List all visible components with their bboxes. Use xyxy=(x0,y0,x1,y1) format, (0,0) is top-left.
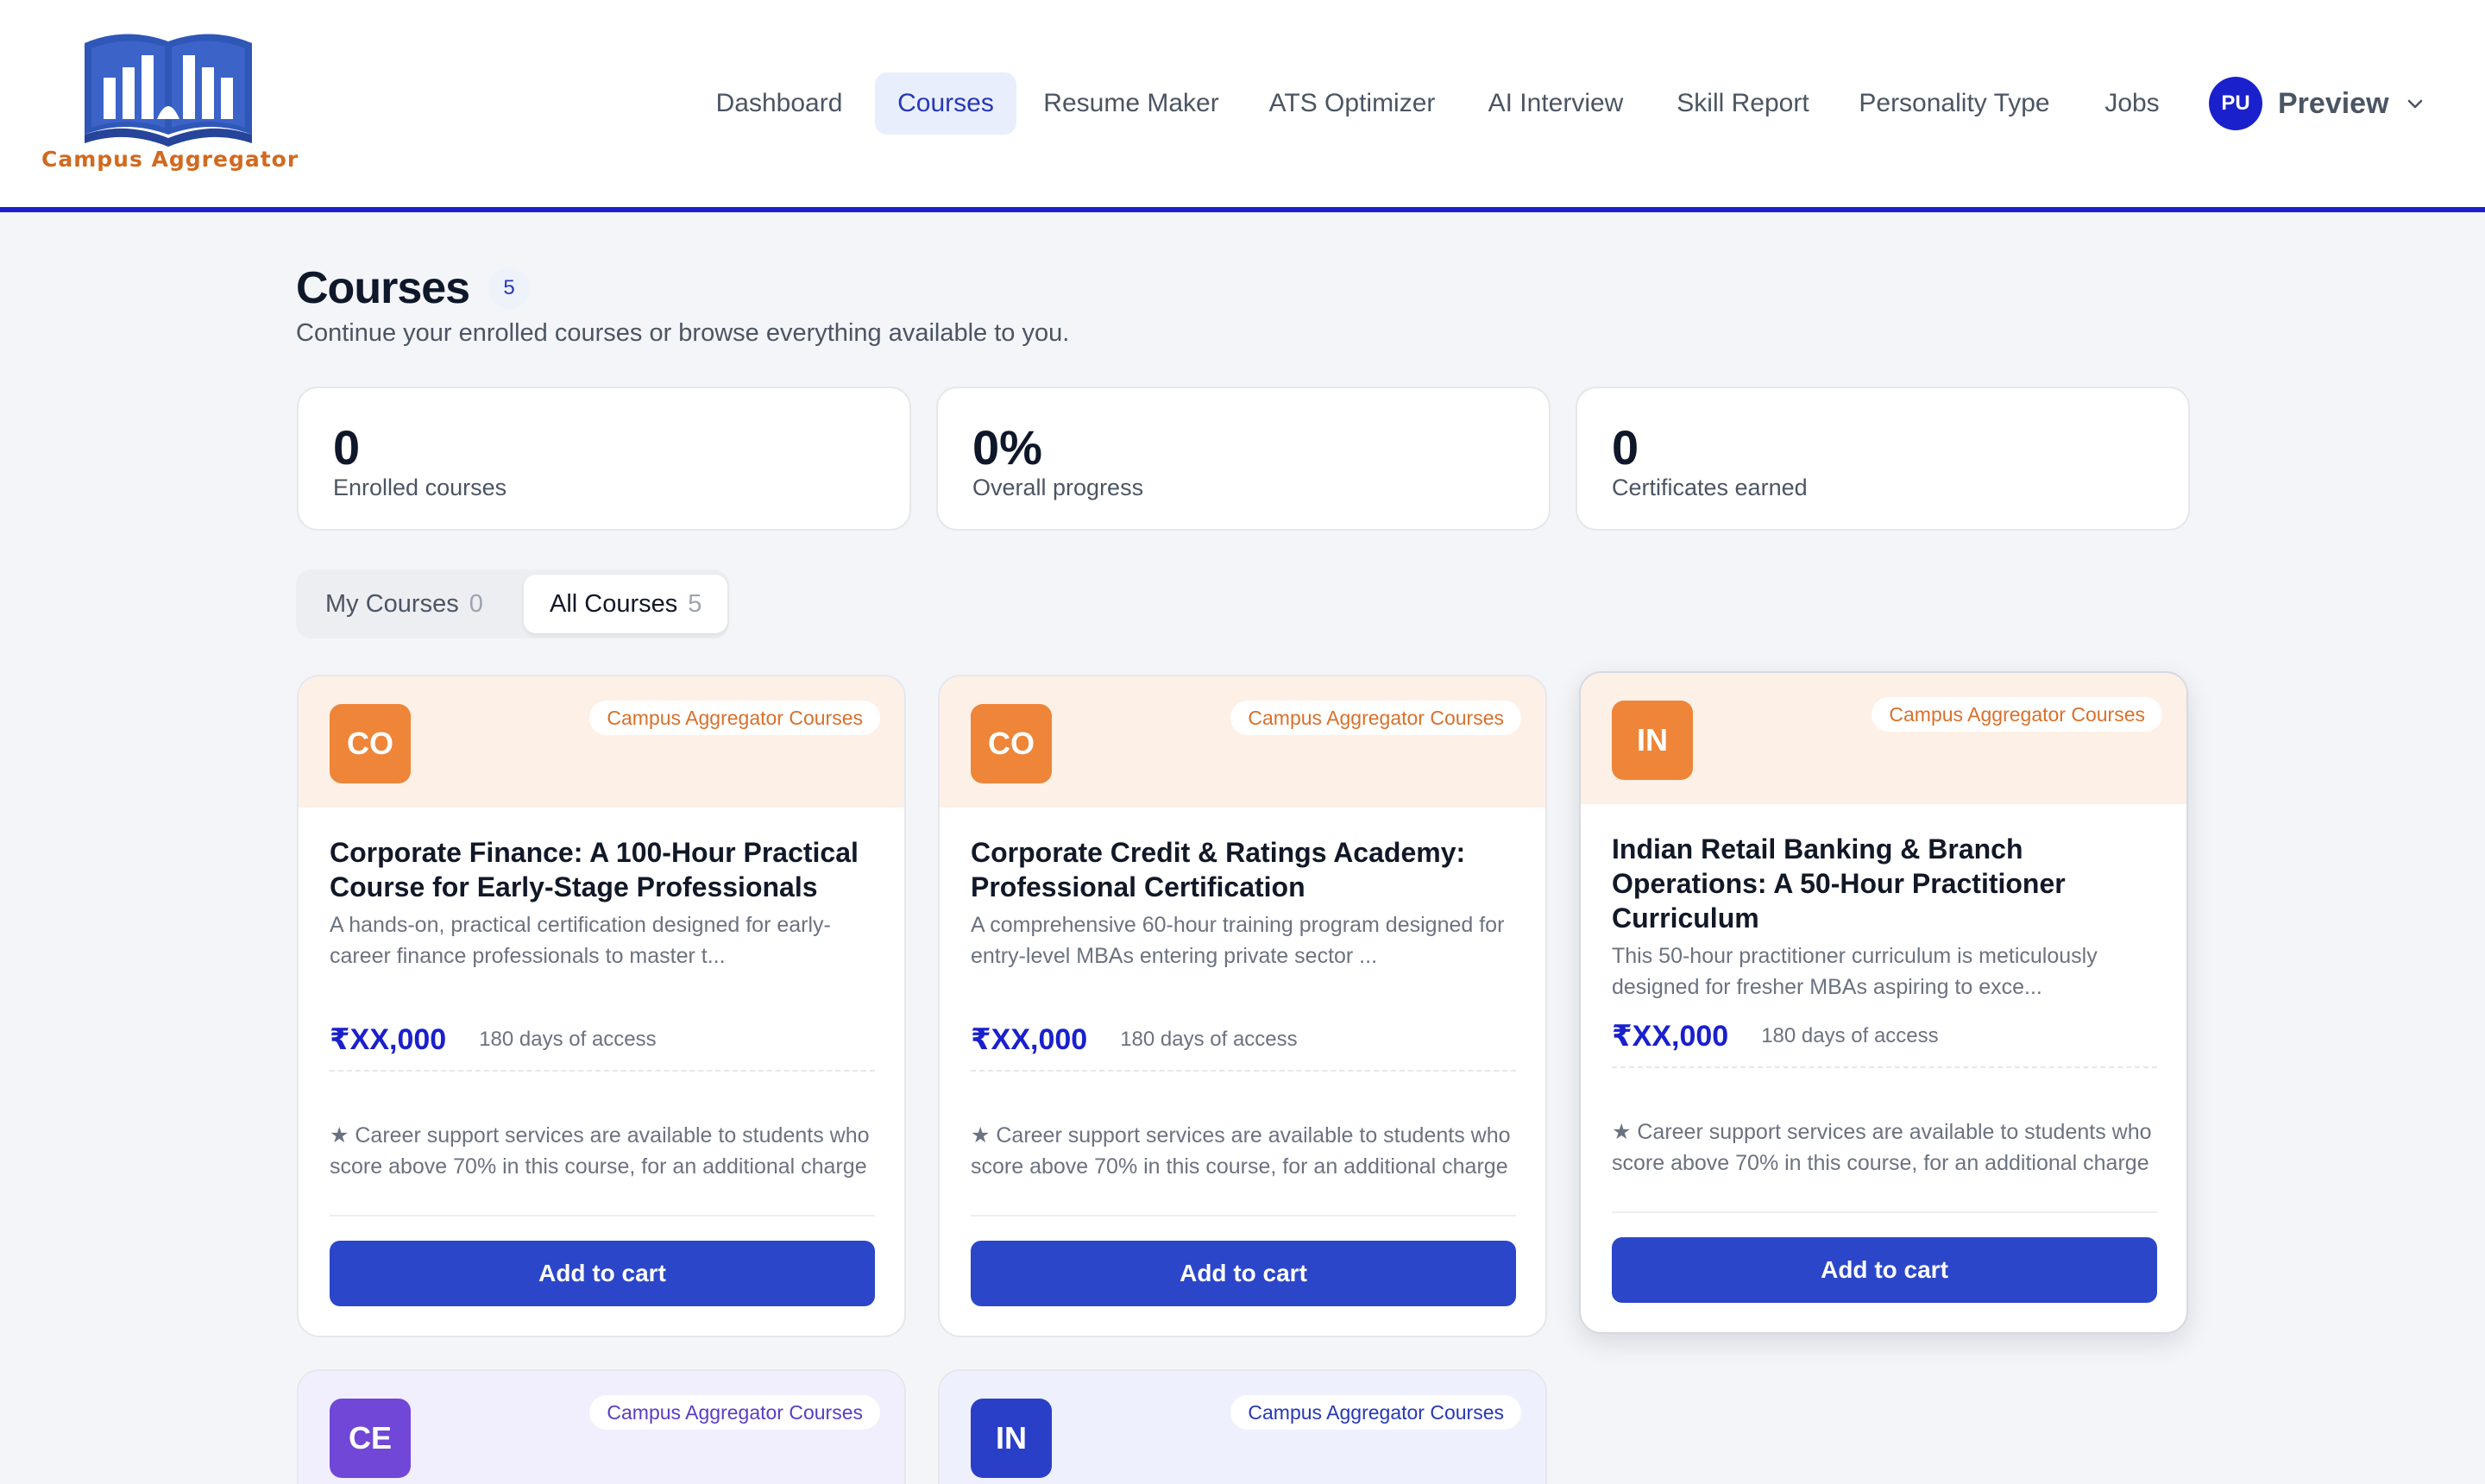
page-title: Courses xyxy=(296,263,470,313)
provider-badge: Campus Aggregator Courses xyxy=(1872,697,2162,732)
price-row: ₹XX,000 180 days of access xyxy=(330,1018,882,1061)
divider xyxy=(1612,1211,2157,1213)
course-title[interactable]: Indian Retail Banking & Branch Operation… xyxy=(1612,832,2164,935)
course-description: A comprehensive 60-hour training program… xyxy=(971,913,1505,968)
nav-ai-interview[interactable]: AI Interview xyxy=(1472,72,1639,135)
provider-badge: Campus Aggregator Courses xyxy=(589,701,880,735)
course-description: This 50-hour practitioner curriculum is … xyxy=(1612,944,2098,999)
stat-label: Overall progress xyxy=(972,475,1144,500)
brand-name: Campus Aggregator xyxy=(41,147,299,172)
add-to-cart-button[interactable]: Add to cart xyxy=(971,1241,1516,1306)
course-card[interactable]: CO Campus Aggregator Courses Corporate F… xyxy=(297,675,906,1337)
course-tabs: My Courses 0 All Courses 5 xyxy=(296,569,729,638)
divider xyxy=(1612,1066,2157,1068)
provider-badge: Campus Aggregator Courses xyxy=(589,1395,880,1430)
nav-jobs[interactable]: Jobs xyxy=(2085,72,2180,135)
tab-all-courses[interactable]: All Courses 5 xyxy=(524,575,728,633)
access-duration: 180 days of access xyxy=(1761,1024,1939,1047)
stat-label: Certificates earned xyxy=(1612,475,1808,500)
course-initials: CO xyxy=(330,704,411,783)
course-card[interactable]: CE Campus Aggregator Courses xyxy=(297,1369,906,1484)
page-subtitle: Continue your enrolled courses or browse… xyxy=(296,319,1070,347)
nav-resume-maker[interactable]: Resume Maker xyxy=(1034,72,1229,135)
provider-badge: Campus Aggregator Courses xyxy=(1230,1395,1521,1430)
divider xyxy=(330,1070,875,1072)
chevron-down-icon xyxy=(2407,99,2422,109)
course-initials: IN xyxy=(1612,701,1693,780)
course-card-header: CO Campus Aggregator Courses xyxy=(940,676,1545,808)
add-to-cart-button[interactable]: Add to cart xyxy=(1612,1237,2157,1303)
user-name: Preview xyxy=(2278,86,2389,120)
campus-aggregator-logo[interactable]: Campus Aggregator xyxy=(41,24,299,179)
divider xyxy=(971,1215,1516,1217)
nav-courses[interactable]: Courses xyxy=(875,72,1016,135)
course-card-header: IN Campus Aggregator Courses xyxy=(1581,673,2186,804)
provider-badge: Campus Aggregator Courses xyxy=(1230,701,1521,735)
stat-value: 0 xyxy=(333,420,361,475)
add-to-cart-button[interactable]: Add to cart xyxy=(330,1241,875,1306)
course-initials: CO xyxy=(971,704,1052,783)
book-logo-icon xyxy=(85,34,252,147)
course-price: ₹XX,000 xyxy=(330,1023,447,1056)
course-title[interactable]: Corporate Credit & Ratings Academy: Prof… xyxy=(971,835,1523,904)
avatar: PU xyxy=(2209,77,2262,130)
stat-value: 0 xyxy=(1612,420,1639,475)
top-header: Campus Aggregator Dashboard Courses Resu… xyxy=(0,0,2485,212)
nav-personality-type[interactable]: Personality Type xyxy=(1846,72,2062,135)
course-count-badge: 5 xyxy=(488,267,531,309)
tab-count: 5 xyxy=(688,590,702,618)
price-row: ₹XX,000 180 days of access xyxy=(971,1018,1523,1061)
course-card[interactable]: IN Campus Aggregator Courses xyxy=(938,1369,1547,1484)
course-initials: CE xyxy=(330,1399,411,1478)
course-description: A hands-on, practical certification desi… xyxy=(330,913,831,968)
course-price: ₹XX,000 xyxy=(1612,1020,1729,1053)
tab-label: All Courses xyxy=(550,590,678,618)
price-row: ₹XX,000 180 days of access xyxy=(1612,1015,2164,1058)
stat-certificates-earned: 0 Certificates earned xyxy=(1576,387,2190,531)
access-duration: 180 days of access xyxy=(479,1028,657,1051)
course-card[interactable]: IN Campus Aggregator Courses Indian Reta… xyxy=(1579,671,2188,1334)
course-card-header: CE Campus Aggregator Courses xyxy=(299,1371,904,1484)
career-support-note: ★ Career support services are available … xyxy=(330,1123,870,1179)
stat-overall-progress: 0% Overall progress xyxy=(936,387,1551,531)
nav-ats-optimizer[interactable]: ATS Optimizer xyxy=(1251,72,1453,135)
course-card-header: IN Campus Aggregator Courses xyxy=(940,1371,1545,1484)
page-title-row: Courses 5 xyxy=(296,255,531,321)
nav-skill-report[interactable]: Skill Report xyxy=(1664,72,1822,135)
tab-my-courses[interactable]: My Courses 0 xyxy=(303,575,506,633)
access-duration: 180 days of access xyxy=(1120,1028,1298,1051)
course-title[interactable]: Corporate Finance: A 100-Hour Practical … xyxy=(330,835,882,904)
divider xyxy=(330,1215,875,1217)
divider xyxy=(971,1070,1516,1072)
nav-dashboard[interactable]: Dashboard xyxy=(701,72,858,135)
course-price: ₹XX,000 xyxy=(971,1023,1088,1056)
course-initials: IN xyxy=(971,1399,1052,1478)
course-card[interactable]: CO Campus Aggregator Courses Corporate C… xyxy=(938,675,1547,1337)
tab-label: My Courses xyxy=(325,590,459,618)
stat-enrolled-courses: 0 Enrolled courses xyxy=(297,387,911,531)
stat-value: 0% xyxy=(972,420,1042,475)
course-card-header: CO Campus Aggregator Courses xyxy=(299,676,904,808)
tab-count: 0 xyxy=(469,590,483,618)
stat-label: Enrolled courses xyxy=(333,475,507,500)
career-support-note: ★ Career support services are available … xyxy=(971,1123,1511,1179)
user-menu[interactable]: PU Preview xyxy=(2209,76,2425,131)
career-support-note: ★ Career support services are available … xyxy=(1612,1120,2152,1175)
